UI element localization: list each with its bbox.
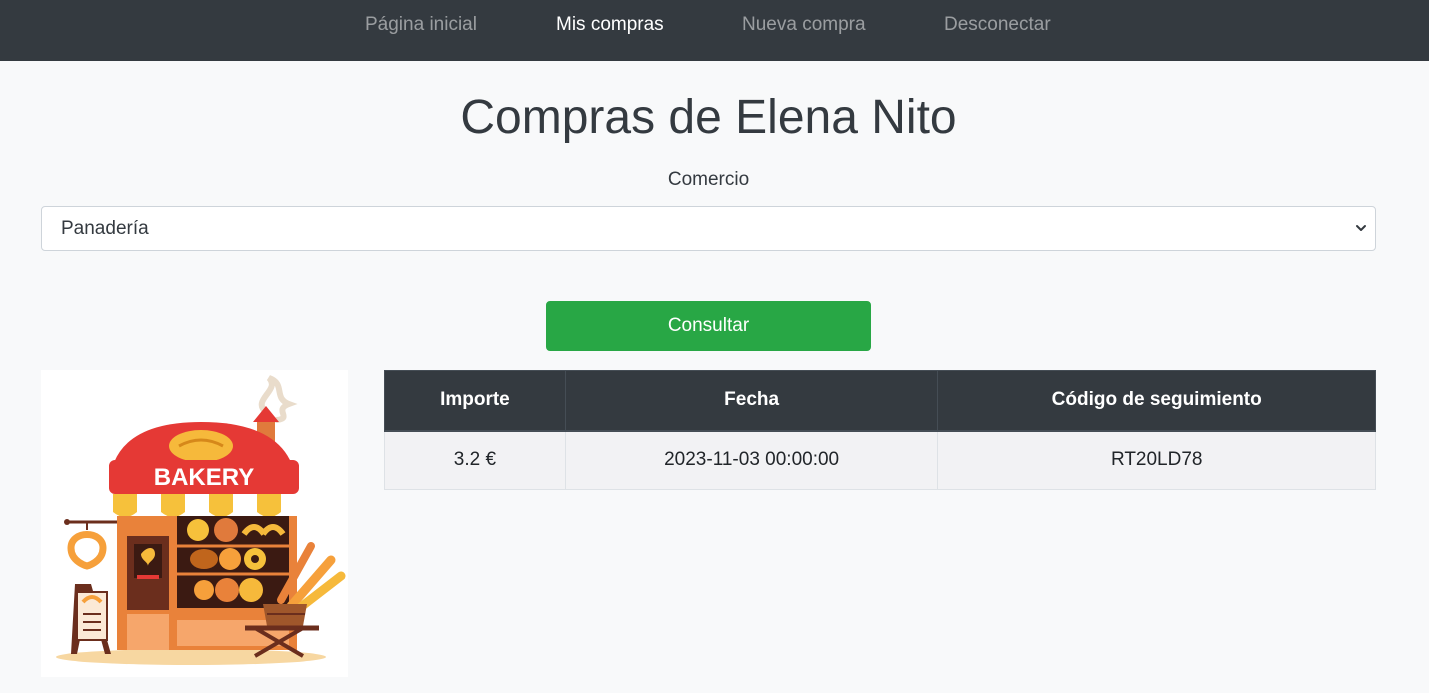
nav-link-my-purchases[interactable]: Mis compras (556, 0, 664, 50)
consult-button[interactable]: Consultar (546, 301, 871, 351)
cell-tracking-code: RT20LD78 (937, 430, 1376, 490)
cell-amount: 3.2 € (384, 430, 566, 490)
page-title: Compras de Elena Nito (460, 91, 957, 144)
column-header-date: Fecha (564, 370, 939, 432)
shop-select-value: Panadería (61, 218, 149, 239)
nav-link-new-purchase[interactable]: Nueva compra (742, 0, 866, 50)
bakery-shop-icon: BAKERY (56, 375, 346, 665)
nav-link-home[interactable]: Página inicial (365, 0, 477, 50)
column-header-amount: Importe (384, 370, 566, 432)
top-navbar: Página inicial Mis compras Nueva compra … (0, 0, 1429, 61)
bakery-illustration: BAKERY (41, 370, 348, 677)
cell-date: 2023-11-03 00:00:00 (564, 430, 939, 490)
bakery-sign-text: BAKERY (154, 464, 254, 491)
chevron-down-icon (1356, 225, 1366, 231)
nav-link-logout[interactable]: Desconectar (944, 0, 1051, 50)
purchases-table: Importe Fecha Código de seguimiento 3.2 … (384, 370, 1376, 490)
table-header-row: Importe Fecha Código de seguimiento (384, 370, 1376, 432)
shop-select[interactable]: Panadería (41, 206, 1376, 251)
shop-select-label: Comercio (667, 169, 750, 190)
column-header-tracking-code: Código de seguimiento (937, 370, 1376, 432)
table-row: 3.2 € 2023-11-03 00:00:00 RT20LD78 (384, 430, 1376, 490)
